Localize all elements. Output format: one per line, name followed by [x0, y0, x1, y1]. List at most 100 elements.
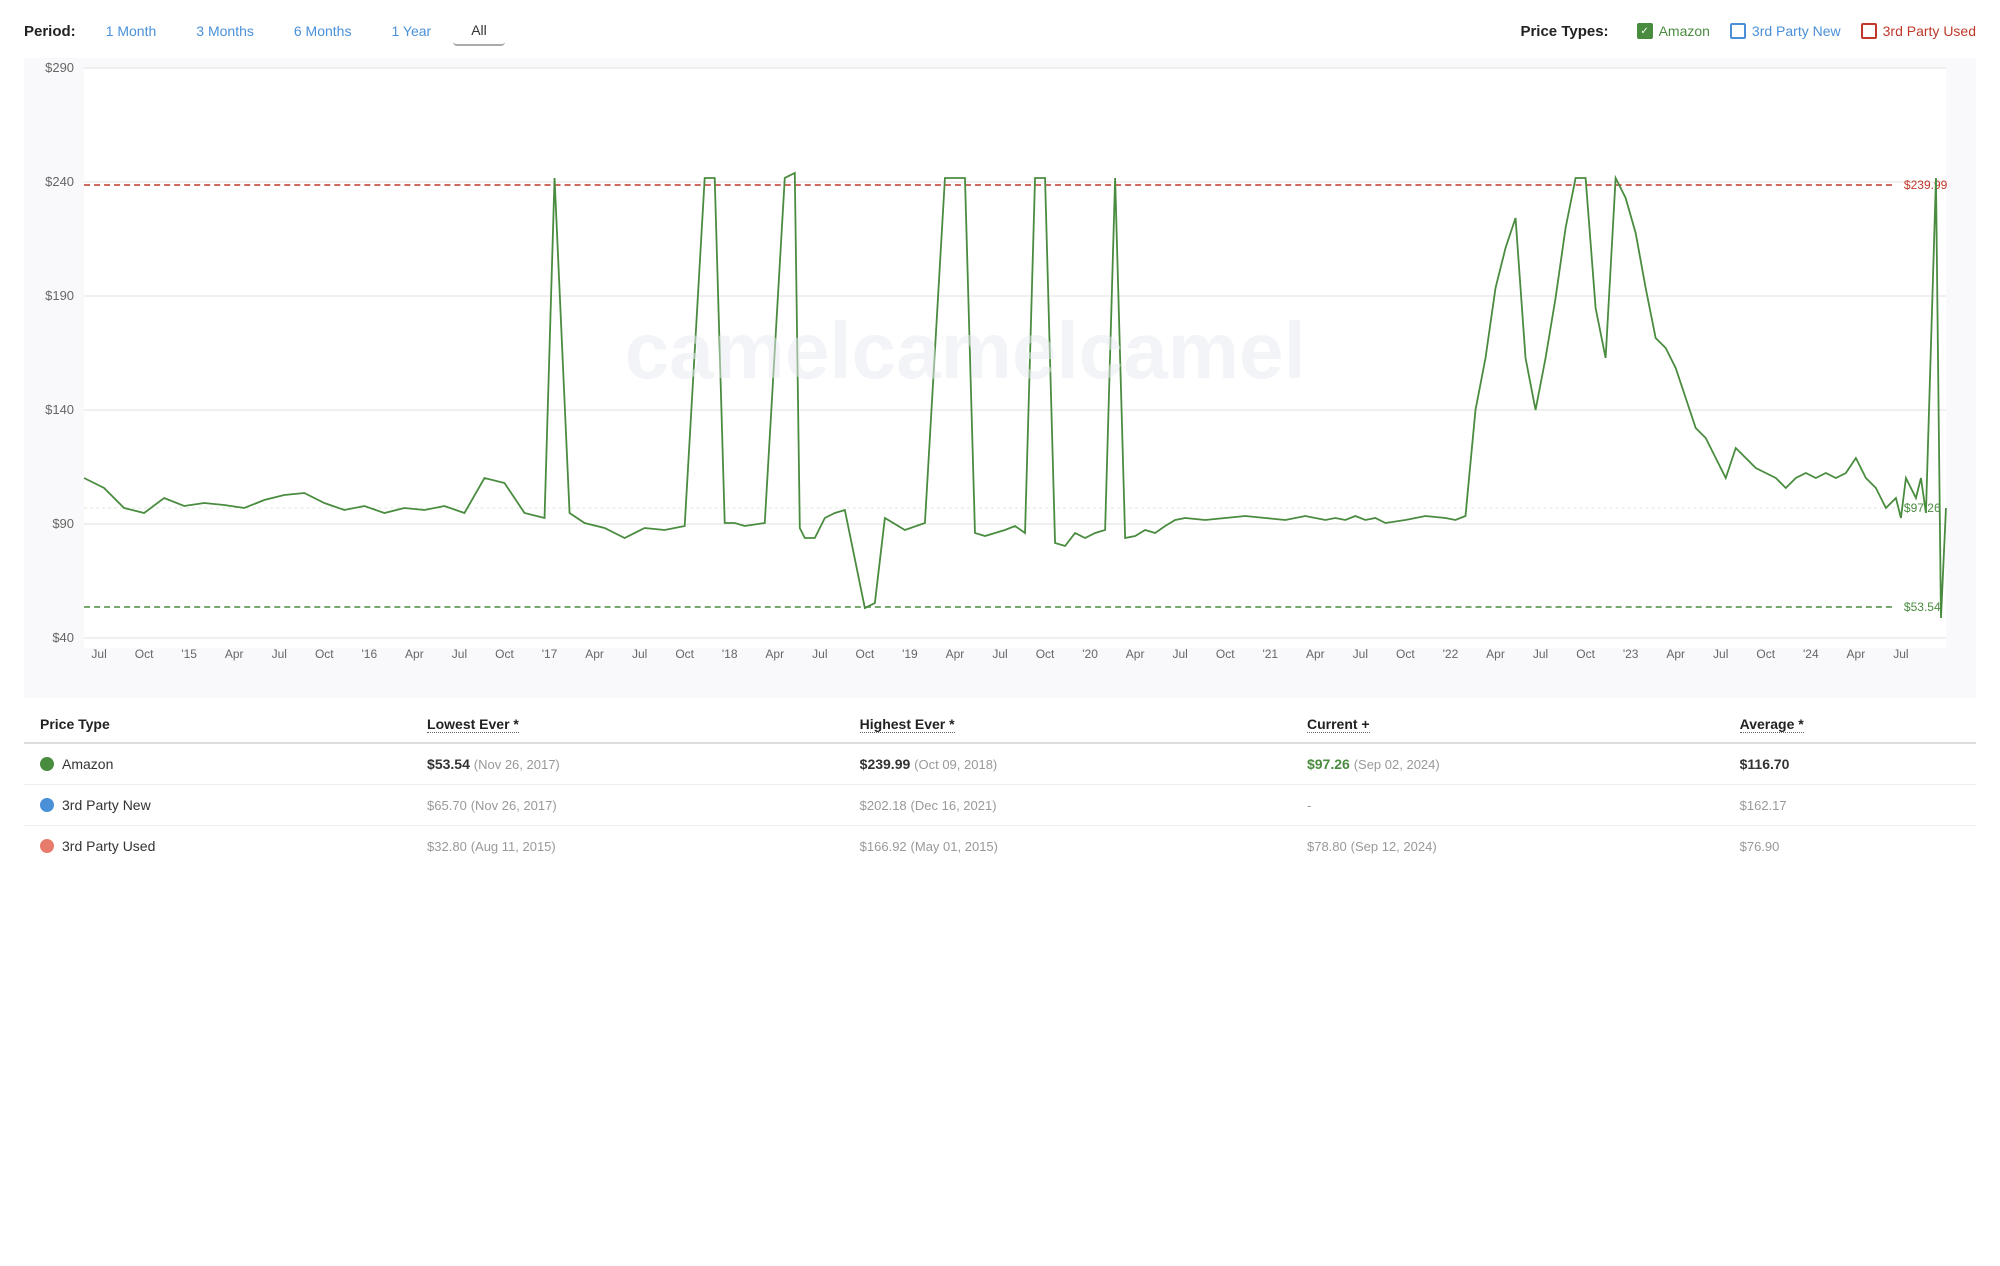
svg-text:Apr: Apr: [225, 647, 244, 661]
svg-text:$239.99: $239.99: [1904, 178, 1948, 192]
svg-text:$290: $290: [45, 60, 74, 75]
pt-new-label: 3rd Party New: [1752, 23, 1841, 39]
svg-text:Oct: Oct: [1216, 647, 1235, 661]
svg-text:Jul: Jul: [1713, 647, 1728, 661]
svg-text:'23: '23: [1623, 647, 1639, 661]
svg-text:Oct: Oct: [856, 647, 875, 661]
col-price-type: Price Type: [24, 706, 411, 743]
svg-text:Jul: Jul: [992, 647, 1007, 661]
svg-text:Jul: Jul: [1353, 647, 1368, 661]
svg-text:Apr: Apr: [1126, 647, 1145, 661]
svg-text:Apr: Apr: [585, 647, 604, 661]
current-amazon: $97.26 (Sep 02, 2024): [1291, 743, 1724, 785]
svg-text:Apr: Apr: [405, 647, 424, 661]
lowest-amazon: $53.54 (Nov 26, 2017): [411, 743, 844, 785]
svg-text:Jul: Jul: [91, 647, 106, 661]
svg-text:'22: '22: [1443, 647, 1459, 661]
svg-text:'24: '24: [1803, 647, 1819, 661]
new-checkbox[interactable]: [1730, 23, 1746, 39]
svg-text:'21: '21: [1262, 647, 1278, 661]
price-types-section: Price Types: ✓ Amazon 3rd Party New 3rd …: [1520, 23, 1976, 40]
period-all-btn[interactable]: All: [453, 16, 505, 46]
used-dot: [40, 839, 54, 853]
current-new: -: [1291, 785, 1724, 826]
lowest-used: $32.80 (Aug 11, 2015): [411, 826, 844, 867]
svg-text:Oct: Oct: [1396, 647, 1415, 661]
pt-cell-used: 3rd Party Used: [24, 826, 411, 867]
chart-wrapper: $290 $240 $190 $140 $90 $40 $239.99 $53.…: [24, 58, 1976, 698]
pt-cell-new: 3rd Party New: [24, 785, 411, 826]
svg-text:Apr: Apr: [946, 647, 965, 661]
period-1year-btn[interactable]: 1 Year: [373, 17, 449, 45]
svg-text:'18: '18: [722, 647, 738, 661]
svg-text:'15: '15: [181, 647, 197, 661]
table-row: Amazon $53.54 (Nov 26, 2017) $239.99 (Oc…: [24, 743, 1976, 785]
main-container: Period: 1 Month 3 Months 6 Months 1 Year…: [0, 0, 2000, 1266]
svg-text:Oct: Oct: [315, 647, 334, 661]
svg-text:$140: $140: [45, 402, 74, 417]
svg-text:Jul: Jul: [812, 647, 827, 661]
svg-text:Jul: Jul: [452, 647, 467, 661]
svg-text:$90: $90: [52, 516, 74, 531]
svg-text:Oct: Oct: [1756, 647, 1775, 661]
stats-table: Price Type Lowest Ever * Highest Ever * …: [24, 706, 1976, 866]
svg-text:Jul: Jul: [1173, 647, 1188, 661]
svg-text:Apr: Apr: [1486, 647, 1505, 661]
average-amazon: $116.70: [1724, 743, 1976, 785]
pt-amazon-label: Amazon: [1659, 23, 1710, 39]
svg-text:Apr: Apr: [1847, 647, 1866, 661]
svg-text:Oct: Oct: [495, 647, 514, 661]
svg-text:Jul: Jul: [1533, 647, 1548, 661]
amazon-checkbox[interactable]: ✓: [1637, 23, 1653, 39]
svg-text:$190: $190: [45, 288, 74, 303]
svg-text:Apr: Apr: [1306, 647, 1325, 661]
used-checkbox[interactable]: [1861, 23, 1877, 39]
svg-text:Oct: Oct: [1036, 647, 1055, 661]
svg-text:'16: '16: [362, 647, 378, 661]
lowest-new: $65.70 (Nov 26, 2017): [411, 785, 844, 826]
price-types-label: Price Types:: [1520, 23, 1608, 40]
svg-text:Jul: Jul: [272, 647, 287, 661]
svg-text:Jul: Jul: [632, 647, 647, 661]
new-dot: [40, 798, 54, 812]
svg-text:Oct: Oct: [1576, 647, 1595, 661]
svg-text:Jul: Jul: [1893, 647, 1908, 661]
svg-text:Oct: Oct: [675, 647, 694, 661]
highest-amazon: $239.99 (Oct 09, 2018): [844, 743, 1291, 785]
amazon-dot: [40, 757, 54, 771]
period-section: Period: 1 Month 3 Months 6 Months 1 Year…: [24, 16, 505, 46]
svg-text:Apr: Apr: [1666, 647, 1685, 661]
svg-text:$97.26: $97.26: [1904, 501, 1941, 515]
period-1month-btn[interactable]: 1 Month: [88, 17, 175, 45]
average-used: $76.90: [1724, 826, 1976, 867]
svg-text:$40: $40: [52, 630, 74, 645]
svg-text:'20: '20: [1082, 647, 1098, 661]
col-lowest: Lowest Ever *: [411, 706, 844, 743]
svg-text:camelcamelcamel: camelcamelcamel: [625, 306, 1306, 395]
svg-text:Apr: Apr: [765, 647, 784, 661]
col-average: Average *: [1724, 706, 1976, 743]
pt-used[interactable]: 3rd Party Used: [1861, 23, 1976, 39]
highest-new: $202.18 (Dec 16, 2021): [844, 785, 1291, 826]
svg-text:Oct: Oct: [135, 647, 154, 661]
current-used: $78.80 (Sep 12, 2024): [1291, 826, 1724, 867]
header-row: Period: 1 Month 3 Months 6 Months 1 Year…: [24, 16, 1976, 46]
period-6months-btn[interactable]: 6 Months: [276, 17, 370, 45]
pt-new[interactable]: 3rd Party New: [1730, 23, 1841, 39]
col-highest: Highest Ever *: [844, 706, 1291, 743]
period-label: Period:: [24, 23, 76, 40]
pt-cell-amazon: Amazon: [24, 743, 411, 785]
price-chart: $290 $240 $190 $140 $90 $40 $239.99 $53.…: [24, 58, 1976, 698]
table-row: 3rd Party Used $32.80 (Aug 11, 2015) $16…: [24, 826, 1976, 867]
svg-text:$240: $240: [45, 174, 74, 189]
col-current: Current +: [1291, 706, 1724, 743]
svg-text:$53.54: $53.54: [1904, 600, 1941, 614]
pt-amazon[interactable]: ✓ Amazon: [1637, 23, 1710, 39]
svg-text:'19: '19: [902, 647, 918, 661]
period-3months-btn[interactable]: 3 Months: [178, 17, 272, 45]
highest-used: $166.92 (May 01, 2015): [844, 826, 1291, 867]
table-row: 3rd Party New $65.70 (Nov 26, 2017) $202…: [24, 785, 1976, 826]
pt-used-label: 3rd Party Used: [1883, 23, 1976, 39]
average-new: $162.17: [1724, 785, 1976, 826]
svg-text:'17: '17: [542, 647, 558, 661]
